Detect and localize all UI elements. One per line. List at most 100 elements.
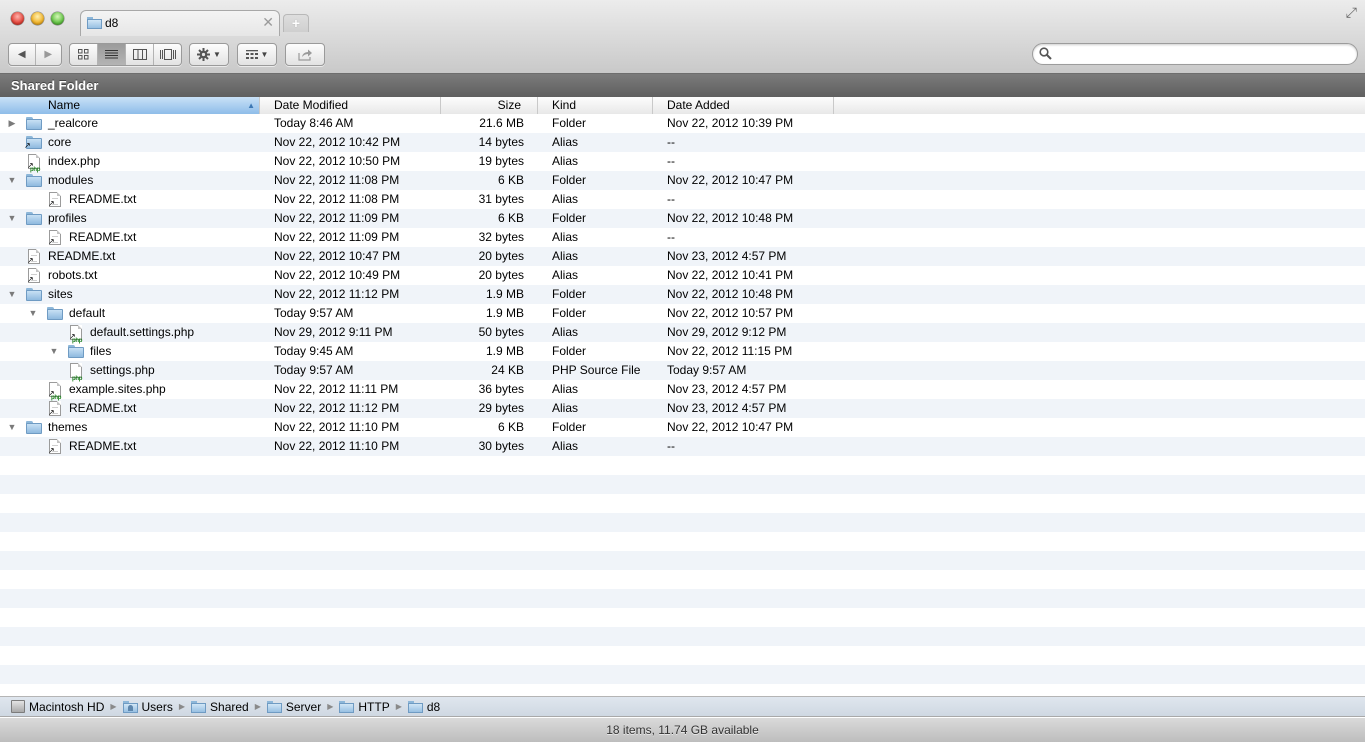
- file-row[interactable]: ▼ files Today 9:45 AM 1.9 MB Folder Nov 22, 2…: [0, 342, 1365, 361]
- forward-button[interactable]: ▶: [36, 44, 62, 65]
- zoom-window-button[interactable]: [51, 12, 64, 25]
- name-cell: ↗ README.txt: [0, 228, 260, 247]
- kind-cell: Alias: [552, 325, 579, 339]
- column-header-name[interactable]: Name ▲: [0, 97, 260, 114]
- disclosure-triangle-icon[interactable]: ▼: [27, 304, 39, 323]
- kind-cell: Folder: [552, 306, 587, 320]
- file-row[interactable]: php ↗ index.php Nov 22, 2012 10:50 PM 19 byt…: [0, 152, 1365, 173]
- date-added-cell: Nov 22, 2012 11:15 PM: [667, 344, 793, 358]
- path-separator-icon: ▶: [395, 702, 402, 711]
- path-item-macintosh-hd[interactable]: Macintosh HD: [11, 700, 104, 714]
- icon-view-button[interactable]: [70, 44, 98, 65]
- search-input[interactable]: [1055, 46, 1349, 63]
- file-row[interactable]: ▼ profiles Nov 22, 2012 11:09 PM 6 KB Folder…: [0, 209, 1365, 228]
- file-name: README.txt: [69, 439, 137, 453]
- date-modified-cell: Nov 22, 2012 11:08 PM: [274, 192, 400, 206]
- path-item-http[interactable]: HTTP: [339, 700, 390, 714]
- tab-d8[interactable]: d8 ✕: [80, 10, 280, 36]
- php-alias-icon: php ↗: [47, 382, 63, 401]
- folder-icon: [87, 17, 102, 29]
- path-item-label: d8: [426, 699, 441, 714]
- file-row[interactable]: ↗ README.txt Nov 22, 2012 10:47 PM 20 bytes…: [0, 247, 1365, 266]
- date-modified-cell: Today 9:57 AM: [274, 363, 354, 377]
- file-name: profiles: [48, 211, 87, 225]
- file-row[interactable]: php settings.php Today 9:57 AM 24 KB PHP Sou…: [0, 361, 1365, 382]
- column-header-date-modified[interactable]: Date Modified: [260, 97, 441, 114]
- date-added-cell: Nov 23, 2012 4:57 PM: [667, 382, 787, 396]
- cover-flow-icon: [159, 49, 176, 60]
- name-cell: ↗ README.txt: [0, 437, 260, 456]
- file-name: _realcore: [48, 116, 99, 130]
- disclosure-triangle-icon[interactable]: ▶: [6, 114, 18, 133]
- file-row[interactable]: ↗ README.txt Nov 22, 2012 11:09 PM 32 bytes…: [0, 228, 1365, 247]
- date-added-cell: Nov 22, 2012 10:57 PM: [667, 306, 794, 320]
- back-arrow-icon: ◀: [17, 49, 26, 60]
- kind-cell: Alias: [552, 401, 579, 415]
- file-row[interactable]: ▼ modules Nov 22, 2012 11:08 PM 6 KB Folder N…: [0, 171, 1365, 190]
- path-separator-icon: ▶: [178, 702, 186, 711]
- fullscreen-icon[interactable]: ⤢: [1346, 4, 1357, 21]
- cover-flow-view-button[interactable]: [154, 44, 181, 65]
- file-row[interactable]: ↗ core Nov 22, 2012 10:42 PM 14 bytes Alias -…: [0, 133, 1365, 152]
- kind-cell: Folder: [552, 211, 587, 225]
- column-header-kind[interactable]: Kind: [538, 97, 653, 114]
- file-list: ▶ _realcore Today 8:46 AM 21.6 MB Folder Nov …: [0, 114, 1365, 695]
- disclosure-triangle-icon[interactable]: ▼: [6, 285, 18, 304]
- file-row[interactable]: ▶ _realcore Today 8:46 AM 21.6 MB Folder Nov …: [0, 114, 1365, 133]
- path-item-label: Macintosh HD: [29, 699, 105, 714]
- file-row[interactable]: php ↗ example.sites.php Nov 22, 2012 11:11 …: [0, 380, 1365, 401]
- name-cell: ↗ core: [0, 133, 260, 152]
- new-tab-button[interactable]: +: [283, 14, 309, 32]
- file-row[interactable]: ↗ README.txt Nov 22, 2012 11:10 PM 30 bytes…: [0, 437, 1365, 456]
- disclosure-triangle-icon[interactable]: ▼: [48, 342, 60, 361]
- date-added-cell: Nov 23, 2012 4:57 PM: [667, 249, 787, 263]
- kind-cell: Alias: [552, 230, 579, 244]
- path-item-shared[interactable]: Shared: [191, 700, 249, 714]
- date-added-cell: --: [667, 439, 675, 453]
- section-title: Shared Folder: [0, 74, 1365, 97]
- disclosure-triangle-icon[interactable]: ▼: [6, 418, 18, 437]
- column-label-size: Size: [497, 98, 521, 112]
- date-added-cell: Nov 29, 2012 9:12 PM: [667, 325, 787, 339]
- php-file-icon: php: [68, 363, 84, 382]
- chevron-down-icon: ▼: [213, 50, 221, 59]
- arrange-menu-button[interactable]: ▼: [238, 44, 276, 65]
- close-tab-icon[interactable]: ✕: [262, 14, 274, 31]
- action-menu-button[interactable]: ▼: [190, 44, 228, 65]
- document-alias-icon: ↗: [47, 230, 63, 246]
- path-item-d8[interactable]: d8: [407, 699, 441, 714]
- close-window-button[interactable]: [11, 12, 24, 25]
- file-row[interactable]: ↗ robots.txt Nov 22, 2012 10:49 PM 20 bytes…: [0, 266, 1365, 285]
- name-cell: ▶ _realcore: [0, 114, 260, 133]
- file-row[interactable]: ▼ default Today 9:57 AM 1.9 MB Folder Nov 22,…: [0, 304, 1365, 323]
- date-modified-cell: Today 9:45 AM: [274, 344, 354, 358]
- search-field[interactable]: [1032, 43, 1358, 65]
- column-header-size[interactable]: Size: [441, 97, 538, 114]
- file-row[interactable]: php ↗ default.settings.php Nov 29, 2012 9:1…: [0, 323, 1365, 344]
- path-item-label: Users: [141, 699, 173, 714]
- status-bar: 18 items, 11.74 GB available: [0, 718, 1365, 742]
- file-row[interactable]: ▼ themes Nov 22, 2012 11:10 PM 6 KB Folder No…: [0, 418, 1365, 437]
- back-button[interactable]: ◀: [9, 44, 36, 65]
- disclosure-triangle-icon[interactable]: ▼: [6, 171, 18, 190]
- file-name: files: [90, 344, 112, 358]
- minimize-window-button[interactable]: [31, 12, 44, 25]
- share-button[interactable]: [286, 44, 324, 65]
- file-name: modules: [48, 173, 94, 187]
- folder-icon: [26, 116, 42, 131]
- date-modified-cell: Nov 22, 2012 10:47 PM: [274, 249, 401, 263]
- file-row[interactable]: ↗ README.txt Nov 22, 2012 11:08 PM 31 bytes…: [0, 190, 1365, 209]
- column-view-button[interactable]: [126, 44, 154, 65]
- search-icon: [1039, 47, 1052, 60]
- list-view-button[interactable]: [98, 44, 126, 65]
- date-modified-cell: Nov 22, 2012 10:49 PM: [274, 268, 401, 282]
- file-name: README.txt: [69, 401, 137, 415]
- file-row[interactable]: ▼ sites Nov 22, 2012 11:12 PM 1.9 MB Folder N…: [0, 285, 1365, 304]
- disclosure-triangle-icon[interactable]: ▼: [6, 209, 18, 228]
- sort-ascending-icon: ▲: [247, 101, 255, 110]
- date-modified-cell: Nov 22, 2012 10:50 PM: [274, 154, 401, 168]
- path-item-server[interactable]: Server: [266, 700, 321, 714]
- path-item-users[interactable]: Users: [122, 699, 173, 714]
- file-row[interactable]: ↗ README.txt Nov 22, 2012 11:12 PM 29 bytes…: [0, 399, 1365, 418]
- column-header-date-added[interactable]: Date Added: [653, 97, 834, 114]
